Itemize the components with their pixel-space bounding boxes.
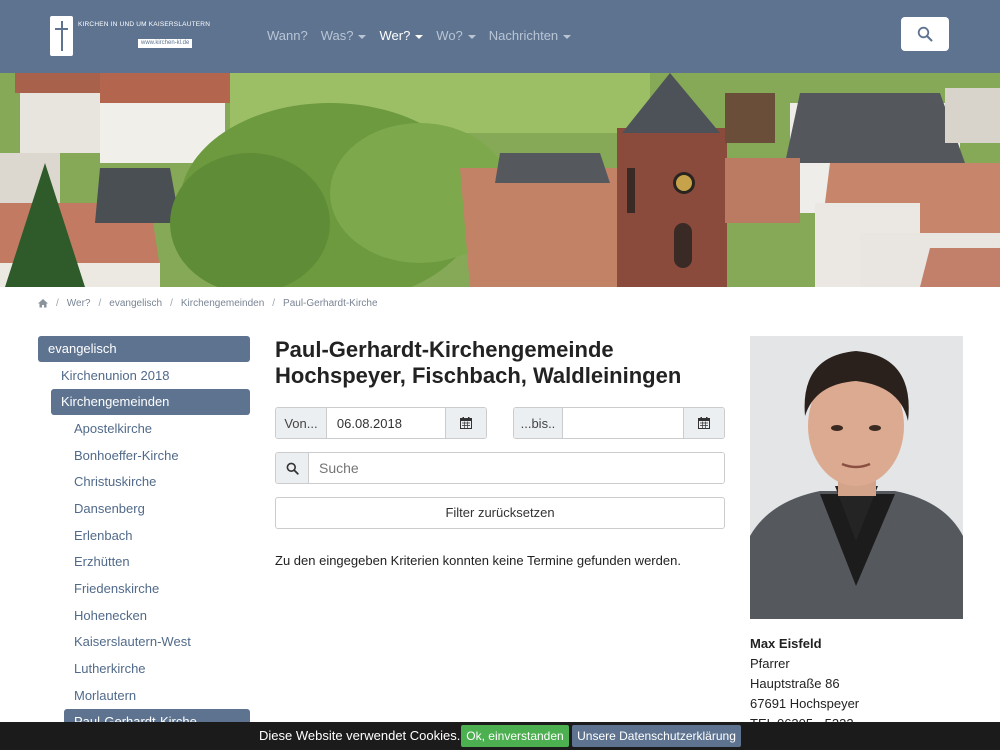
date-from-input[interactable] (326, 408, 445, 438)
breadcrumb: / Wer? / evangelisch / Kirchengemeinden … (38, 296, 378, 310)
no-results-message: Zu den eingegeben Kriterien konnten kein… (275, 553, 681, 568)
caret-down-icon (415, 34, 424, 39)
nav-was-label: Was? (320, 28, 354, 43)
search-icon (286, 462, 299, 475)
sidebar-item-dansenberg[interactable]: Dansenberg (64, 496, 250, 522)
navbar: KIRCHEN IN UND UM KAISERSLAUTERN www.kir… (0, 0, 1000, 73)
reset-filter-button[interactable]: Filter zurücksetzen (275, 497, 725, 529)
cookie-text: Diese Website verwendet Cookies. (259, 728, 461, 743)
nav-wo[interactable]: Wo? (436, 28, 476, 46)
sidebar-item-kirchengemeinden[interactable]: Kirchengemeinden (51, 389, 250, 415)
contact-street: Hauptstraße 86 (750, 676, 840, 691)
breadcrumb-separator: / (56, 297, 59, 309)
cookie-banner: Diese Website verwendet Cookies. Ok, ein… (0, 722, 1000, 750)
search-icon (917, 26, 933, 42)
contact-role: Pfarrer (750, 656, 790, 671)
logo-text: KIRCHEN IN UND UM KAISERSLAUTERN (78, 21, 211, 28)
sidebar-item-erzhuetten[interactable]: Erzhütten (64, 549, 250, 575)
page-title-line1: Paul-Gerhardt-Kirchengemeinde (275, 337, 614, 362)
page-title: Paul-Gerhardt-Kirchengemeinde Hochspeyer… (275, 337, 745, 389)
sidebar-item-morlautern[interactable]: Morlautern (64, 683, 250, 709)
caret-down-icon (563, 34, 572, 39)
sidebar-item-lutherkirche[interactable]: Lutherkirche (64, 656, 250, 682)
breadcrumb-separator: / (98, 297, 102, 309)
breadcrumb-current: Paul-Gerhardt-Kirche (283, 297, 378, 309)
date-from-calendar-button[interactable] (444, 408, 486, 438)
home-icon[interactable] (38, 298, 48, 308)
calendar-icon (697, 417, 710, 429)
sidebar-item-friedenskirche[interactable]: Friedenskirche (64, 576, 250, 602)
search-addon (276, 453, 309, 483)
breadcrumb-separator: / (170, 297, 173, 309)
date-to-calendar-button[interactable] (682, 408, 724, 438)
date-from-label: Von... (276, 408, 327, 438)
search-group (275, 452, 725, 484)
nav-wo-label: Wo? (436, 28, 463, 43)
header-search-button[interactable] (901, 17, 949, 51)
nav-nachrichten-label: Nachrichten (488, 28, 559, 43)
search-input[interactable] (309, 453, 724, 483)
nav-wer[interactable]: Wer? (379, 28, 424, 46)
date-to-label: ...bis.. (514, 408, 563, 438)
portrait-image (750, 336, 963, 619)
nav-was[interactable]: Was? (321, 28, 367, 46)
privacy-policy-button[interactable]: Unsere Datenschutzerklärung (572, 725, 741, 747)
page-title-line2: Hochspeyer, Fischbach, Waldleiningen (275, 363, 682, 388)
nav-nachrichten[interactable]: Nachrichten (488, 28, 572, 46)
pastor-photo (750, 336, 963, 619)
sidebar-item-hohenecken[interactable]: Hohenecken (64, 603, 250, 629)
nav-wann[interactable]: Wann? (267, 28, 308, 46)
cookie-accept-button[interactable]: Ok, einverstanden (461, 725, 569, 747)
sidebar-item-evangelisch[interactable]: evangelisch (38, 336, 250, 362)
calendar-icon (459, 417, 472, 429)
breadcrumb-separator: / (272, 297, 276, 309)
date-to-input[interactable] (562, 408, 683, 438)
sidebar-item-apostelkirche[interactable]: Apostelkirche (64, 416, 250, 442)
sidebar-item-christuskirche[interactable]: Christuskirche (64, 469, 250, 495)
contact-city: 67691 Hochspeyer (750, 696, 860, 711)
caret-down-icon (467, 34, 476, 39)
contact-name: Max Eisfeld (750, 636, 822, 651)
sidebar-item-kaiserslautern-west[interactable]: Kaiserslautern-West (64, 629, 250, 655)
hero-image (0, 73, 1000, 287)
contact-card: Max Eisfeld Pfarrer Hauptstraße 86 67691… (750, 634, 859, 734)
logo-url: www.kirchen-kl.de (138, 39, 193, 48)
nav-wann-label: Wann? (267, 28, 308, 43)
sidebar-item-bonhoeffer-kirche[interactable]: Bonhoeffer-Kirche (64, 443, 250, 469)
nav-wer-label: Wer? (379, 28, 411, 43)
main-nav: Wann? Was? Wer? Wo? Nachrichten (267, 28, 584, 46)
date-from-group: Von... (275, 407, 487, 439)
caret-down-icon (358, 34, 367, 39)
sidebar-item-kirchenunion-2018[interactable]: Kirchenunion 2018 (51, 363, 250, 389)
sidebar-item-erlenbach[interactable]: Erlenbach (64, 523, 250, 549)
date-to-group: ...bis.. (513, 407, 725, 439)
breadcrumb-wer[interactable]: Wer? (67, 298, 91, 309)
breadcrumb-kirchengemeinden[interactable]: Kirchengemeinden (181, 298, 264, 309)
cross-logo-icon (50, 16, 73, 56)
breadcrumb-evangelisch[interactable]: evangelisch (109, 298, 162, 309)
site-logo[interactable]: KIRCHEN IN UND UM KAISERSLAUTERN www.kir… (50, 16, 210, 56)
village-panorama (0, 73, 1000, 287)
